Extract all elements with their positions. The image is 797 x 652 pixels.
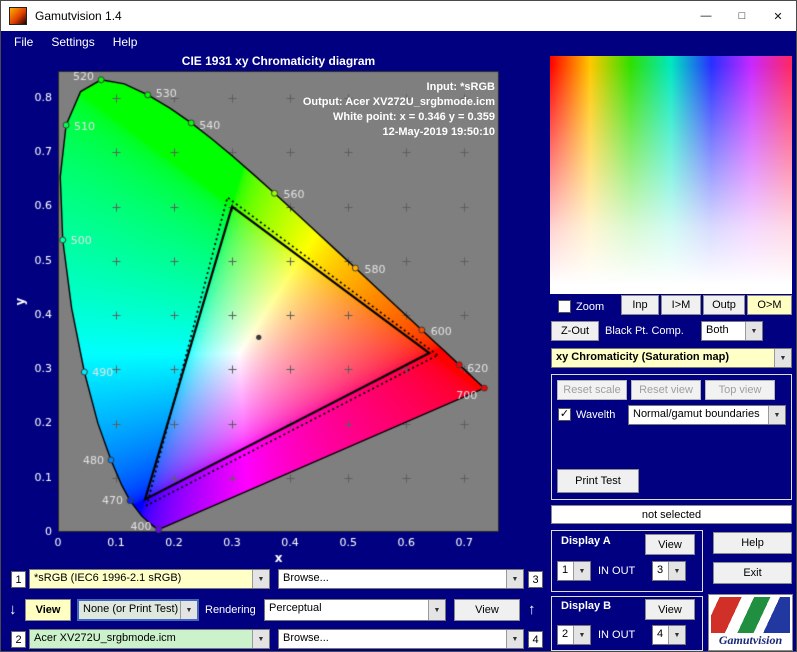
z-out-button[interactable]: Z-Out	[551, 321, 599, 341]
display-a-inout-label: IN OUT	[598, 565, 636, 577]
up-arrow-icon: ↑	[528, 601, 536, 618]
chart-annotations: Input: *sRGB Output: Acer XV272U_srgbmod…	[303, 80, 495, 140]
window-controls: — □ ✕	[688, 1, 796, 31]
display-b-in-value: 2	[562, 628, 569, 640]
display-b-out-select[interactable]: 4 ▼	[652, 625, 686, 645]
gamutvision-logo: Gamutvision	[708, 594, 793, 651]
dropdown-arrow-icon: ▼	[428, 600, 445, 620]
display-b-in-select[interactable]: 2 ▼	[557, 625, 591, 645]
menu-bar: File Settings Help	[1, 31, 796, 53]
rendering-label: Rendering	[205, 604, 256, 616]
dropdown-arrow-icon: ▼	[573, 626, 590, 644]
wavelength-checkbox[interactable]: ✓	[558, 408, 571, 421]
dropdown-arrow-icon: ▼	[774, 349, 791, 367]
output-to-monitor-button[interactable]: O>M	[747, 295, 792, 315]
maximize-button[interactable]: □	[724, 1, 760, 31]
exit-button[interactable]: Exit	[713, 562, 792, 584]
annotation-output: Output: Acer XV272U_srgbmode.icm	[302, 96, 495, 108]
close-button[interactable]: ✕	[760, 1, 796, 31]
dropdown-arrow-icon: ▼	[252, 570, 269, 588]
output-index-label: 2	[11, 631, 26, 648]
display-a-in-select[interactable]: 1 ▼	[557, 561, 591, 581]
chart-title: CIE 1931 xy Chromaticity diagram	[181, 54, 376, 68]
annotation-datetime: 12-May-2019 19:50:10	[382, 126, 495, 138]
rendering-intent-value: Perceptual	[269, 602, 322, 614]
right-index-bottom-label: 4	[528, 631, 543, 648]
black-pt-comp-value: Both	[706, 324, 729, 336]
display-mode-value: xy Chromaticity (Saturation map)	[556, 351, 729, 363]
dropdown-arrow-icon: ▼	[668, 626, 685, 644]
display-b-inout-label: IN OUT	[598, 629, 636, 641]
dropdown-arrow-icon: ▼	[252, 630, 269, 648]
dropdown-arrow-icon: ▼	[506, 570, 523, 588]
chart-figure: CIE 1931 xy Chromaticity diagram Input: …	[9, 53, 541, 565]
help-button[interactable]: Help	[713, 532, 792, 554]
menu-help[interactable]: Help	[104, 33, 147, 51]
display-a-out-select[interactable]: 3 ▼	[652, 561, 686, 581]
right-index-top-label: 3	[528, 571, 543, 588]
menu-settings[interactable]: Settings	[42, 33, 103, 51]
dropdown-arrow-icon: ▼	[573, 562, 590, 580]
saturation-map	[550, 56, 792, 294]
dropdown-arrow-icon: ▼	[768, 406, 785, 424]
input-profile-value: *sRGB (IEC6 1996-2.1 sRGB)	[34, 572, 182, 584]
print-test-button[interactable]: Print Test	[557, 469, 639, 493]
display-b-view-button[interactable]: View	[645, 599, 695, 620]
minimize-button[interactable]: —	[688, 1, 724, 31]
input-to-monitor-button[interactable]: I>M	[661, 295, 701, 315]
dropdown-arrow-icon: ▼	[745, 322, 762, 340]
display-a-out-value: 3	[657, 564, 664, 576]
annotation-whitepoint: White point: x = 0.346 y = 0.359	[332, 111, 495, 123]
display-a-title: Display A	[561, 535, 611, 547]
display-b-out-value: 4	[657, 628, 664, 640]
view-input-button[interactable]: View	[25, 599, 71, 621]
output-browse-value: Browse...	[283, 632, 329, 644]
rendering-intent-select[interactable]: Perceptual ▼	[264, 599, 446, 621]
outp-button[interactable]: Outp	[703, 295, 745, 315]
annotation-input: Input: *sRGB	[426, 81, 495, 93]
input-browse-select[interactable]: Browse... ▼	[278, 569, 524, 589]
inp-button[interactable]: Inp	[621, 295, 659, 315]
dropdown-arrow-icon: ▼	[180, 601, 197, 619]
output-profile-select[interactable]: Acer XV272U_srgbmode.icm ▼	[29, 629, 270, 649]
input-browse-value: Browse...	[283, 572, 329, 584]
status-selection: not selected	[551, 505, 792, 524]
app-icon	[9, 7, 27, 25]
menu-file[interactable]: File	[5, 33, 42, 51]
view-output-button[interactable]: View	[454, 599, 520, 621]
logo-text: Gamutvision	[718, 633, 783, 647]
gamut-boundaries-select[interactable]: Normal/gamut boundaries ▼	[628, 405, 786, 425]
wavelength-label: Wavelth	[576, 409, 616, 421]
reset-view-button: Reset view	[631, 380, 701, 400]
black-pt-comp-select[interactable]: Both ▼	[701, 321, 763, 341]
top-view-button: Top view	[705, 380, 775, 400]
print-test-select-value: None (or Print Test)	[83, 603, 179, 615]
black-pt-comp-label: Black Pt. Comp.	[605, 325, 684, 337]
output-browse-select[interactable]: Browse... ▼	[278, 629, 524, 649]
display-a-view-button[interactable]: View	[645, 534, 695, 555]
dropdown-arrow-icon: ▼	[506, 630, 523, 648]
display-a-in-value: 1	[562, 564, 569, 576]
print-test-select[interactable]: None (or Print Test) ▼	[77, 599, 199, 621]
output-profile-value: Acer XV272U_srgbmode.icm	[34, 632, 176, 644]
zoom-label: Zoom	[576, 301, 605, 313]
input-index-label: 1	[11, 571, 26, 588]
window-title: Gamutvision 1.4	[35, 9, 122, 23]
logo-stripes-icon	[711, 597, 790, 633]
input-profile-select[interactable]: *sRGB (IEC6 1996-2.1 sRGB) ▼	[29, 569, 270, 589]
reset-scale-button: Reset scale	[557, 380, 627, 400]
display-b-title: Display B	[561, 600, 612, 612]
title-bar: Gamutvision 1.4 — □ ✕	[1, 1, 796, 31]
app-window: Gamutvision 1.4 — □ ✕ File Settings Help…	[0, 0, 797, 652]
zoom-checkbox[interactable]	[558, 300, 571, 313]
dropdown-arrow-icon: ▼	[668, 562, 685, 580]
down-arrow-icon: ↓	[9, 601, 17, 618]
gamut-boundaries-value: Normal/gamut boundaries	[633, 408, 760, 420]
display-mode-select[interactable]: xy Chromaticity (Saturation map) ▼	[551, 348, 792, 368]
